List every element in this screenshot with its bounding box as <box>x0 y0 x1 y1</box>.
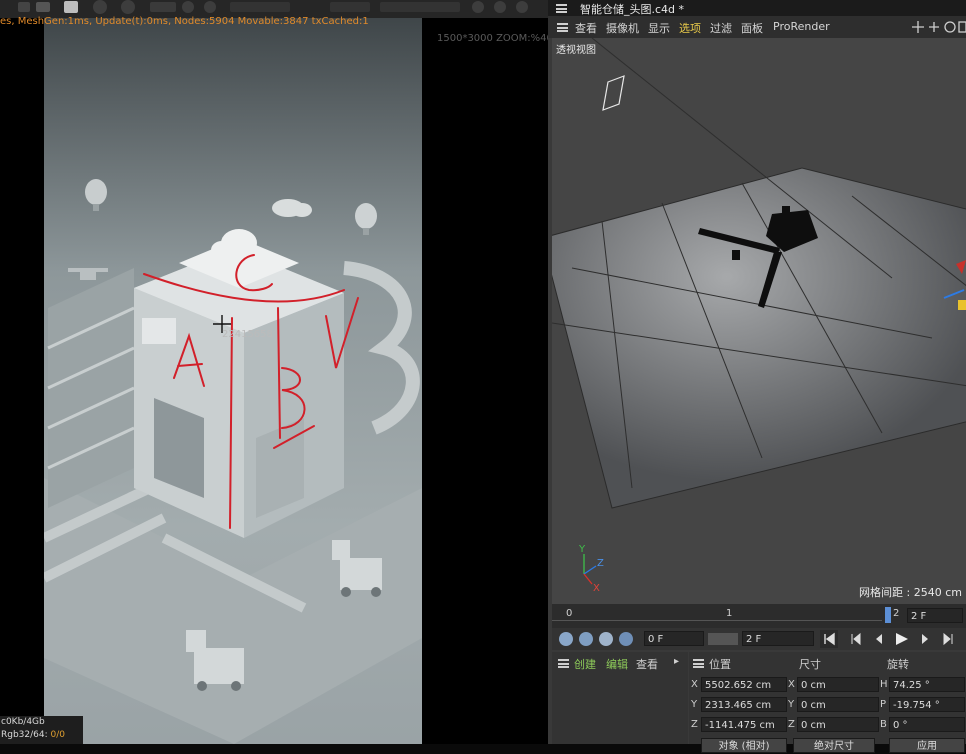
viewport-menu-icon[interactable] <box>557 23 568 32</box>
current-frame-field[interactable]: 2 F <box>907 608 963 623</box>
axis-y-label: Y <box>691 699 698 710</box>
memory-info: c0Kb/4Gb Rgb32/64: 0/0 <box>0 716 83 744</box>
timeline-track <box>552 620 882 621</box>
coordinates-menu-icon[interactable] <box>693 659 704 668</box>
timeline-start-label: 0 <box>566 608 573 619</box>
position-x-field[interactable]: 5502.652 cm <box>701 677 787 692</box>
coord-mode-dropdown[interactable]: 对象 (相对) <box>701 738 787 753</box>
start-frame-field[interactable]: 0 F <box>644 631 704 646</box>
svg-text:X: X <box>593 583 600 594</box>
playback-controls[interactable] <box>820 630 966 648</box>
menu-edit[interactable]: 编辑 <box>606 656 628 672</box>
timeline-mid-label: 1 <box>726 608 733 619</box>
viewport-menu-bar: 查看 摄像机 显示 选项 过滤 面板 ProRender <box>548 16 966 38</box>
document-tab-bar: 智能仓储_头图.c4d * <box>548 0 966 16</box>
object-panel-menu-icon[interactable] <box>558 659 569 668</box>
hamburger-icon[interactable] <box>556 4 567 13</box>
menu-panel[interactable]: 面板 <box>741 20 763 36</box>
size-mode-dropdown[interactable]: 绝对尺寸 <box>793 738 875 753</box>
svg-text:Y: Y <box>578 544 586 555</box>
position-z-field[interactable]: -1141.475 cm <box>701 717 787 732</box>
svg-text:Z: Z <box>597 558 604 569</box>
timeline-playhead[interactable] <box>885 607 891 623</box>
menu-filter[interactable]: 过滤 <box>710 20 732 36</box>
size-z-field[interactable]: 0 cm <box>797 717 879 732</box>
rotation-h-field[interactable]: 74.25 ° <box>889 677 965 692</box>
render-view[interactable]: es, MeshGen:1ms, Update(t):0ms, Nodes:59… <box>0 0 548 744</box>
size-y-field[interactable]: 0 cm <box>797 697 879 712</box>
header-rotation: 旋转 <box>887 658 909 671</box>
rot-p-label: P <box>880 699 887 710</box>
cursor-readout: 22415658 <box>222 329 273 340</box>
rgb-label: Rgb32/64: <box>1 730 48 740</box>
mem-value: 0Kb/4Gb <box>5 717 45 727</box>
range-slider[interactable] <box>708 633 738 645</box>
header-position: 位置 <box>709 658 731 671</box>
timeline-current-label: 2 <box>893 608 900 619</box>
go-to-end-icon <box>943 632 953 646</box>
render-resolution-text: 1500*3000 ZOOM:%40 <box>437 33 548 44</box>
prev-frame-icon <box>876 634 882 644</box>
play-icon <box>896 633 908 645</box>
viewport-scene: Y Z X <box>552 38 966 594</box>
keyframe-mode-icons[interactable] <box>558 631 638 647</box>
viewport-nav-icons[interactable] <box>912 20 966 34</box>
warehouse-render-image <box>44 18 422 744</box>
perspective-viewport[interactable]: Y Z X 透视视图 网格间距 : 2540 cm <box>552 38 966 604</box>
c4d-window: 智能仓储_头图.c4d * 查看 摄像机 显示 选项 过滤 面板 ProRend… <box>548 0 966 753</box>
apply-button[interactable]: 应用 <box>889 738 965 753</box>
size-y-label: Y <box>788 699 795 710</box>
more-arrow-icon[interactable]: ▸ <box>674 656 679 667</box>
header-size: 尺寸 <box>799 658 821 671</box>
coordinates-panel: 位置 尺寸 旋转 X 5502.652 cm X 0 cm H 74.25 ° … <box>689 652 966 753</box>
rot-b-label: B <box>880 719 887 730</box>
grid-spacing-label: 网格间距 : 2540 cm <box>859 586 962 599</box>
size-z-label: Z <box>788 719 795 730</box>
rotation-b-field[interactable]: 0 ° <box>889 717 965 732</box>
size-x-field[interactable]: 0 cm <box>797 677 879 692</box>
document-tab[interactable]: 智能仓储_头图.c4d * <box>580 1 684 17</box>
axis-x-label: X <box>691 679 698 690</box>
size-x-label: X <box>788 679 795 690</box>
end-frame-field[interactable]: 2 F <box>742 631 814 646</box>
menu-view[interactable]: 查看 <box>575 20 597 36</box>
menu-prorender[interactable]: ProRender <box>773 20 830 33</box>
viewport-label: 透视视图 <box>556 45 596 56</box>
timeline-ruler[interactable]: 0 1 2 2 F <box>552 604 966 628</box>
rot-h-label: H <box>880 679 888 690</box>
menu-view-objects[interactable]: 查看 <box>636 656 658 672</box>
menu-display[interactable]: 显示 <box>648 20 670 36</box>
render-stats-text: es, MeshGen:1ms, Update(t):0ms, Nodes:59… <box>0 16 369 27</box>
transport-bar: 0 F 2 F <box>552 628 966 650</box>
rotation-p-field[interactable]: -19.754 ° <box>889 697 965 712</box>
menu-create[interactable]: 创建 <box>574 656 596 672</box>
prev-key-icon <box>851 632 861 646</box>
camera-frame-icon <box>602 75 625 111</box>
object-panel: 创建 编辑 查看 ▸ <box>552 652 688 744</box>
axis-z-label: Z <box>691 719 698 730</box>
rgb-value: 0/0 <box>50 730 66 740</box>
menu-camera[interactable]: 摄像机 <box>606 20 639 36</box>
next-frame-icon <box>922 634 928 644</box>
position-y-field[interactable]: 2313.465 cm <box>701 697 787 712</box>
menu-options[interactable]: 选项 <box>679 20 701 36</box>
